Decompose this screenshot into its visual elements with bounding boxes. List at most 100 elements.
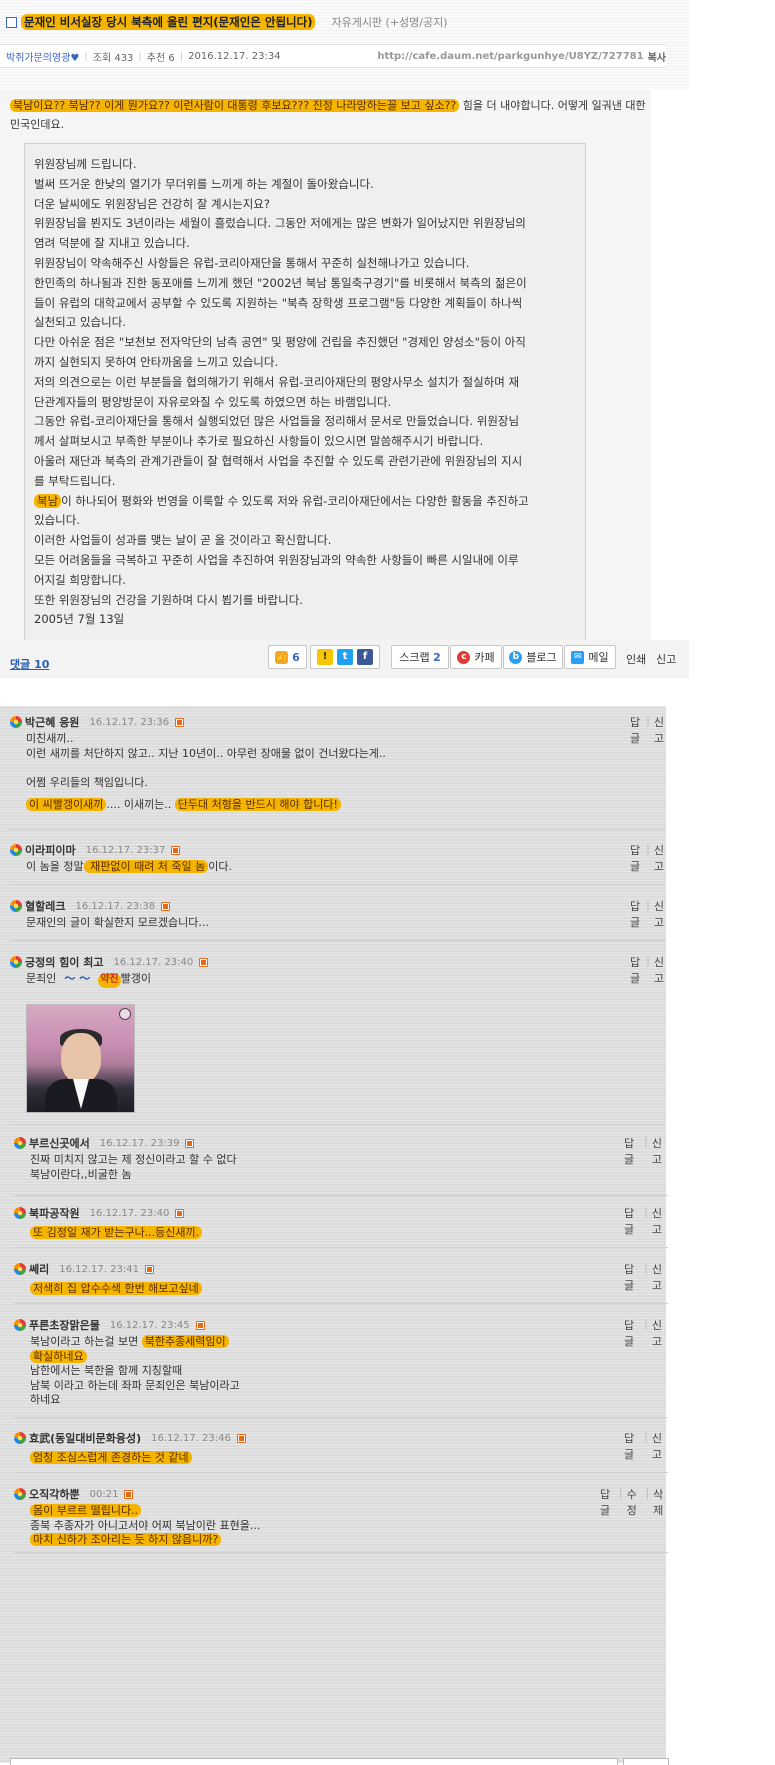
comment-nickname[interactable]: 박근혜 응원 bbox=[25, 714, 79, 730]
comment-nickname[interactable]: 푸른초장맑은물 bbox=[29, 1317, 100, 1333]
cafe-icon: c bbox=[457, 650, 471, 664]
edit-link[interactable]: 수정 bbox=[627, 1486, 642, 1518]
letter-line: 위원장님을 뵌지도 3년이라는 세월이 흘렀습니다. 그동안 저에게는 많은 변… bbox=[34, 216, 526, 231]
reply-link[interactable]: 답글 bbox=[624, 1135, 640, 1167]
report-link[interactable]: 신고 bbox=[652, 1205, 668, 1237]
report-link[interactable]: 신고 bbox=[652, 1430, 668, 1462]
comment-text: 북남이라고 하는걸 보면 bbox=[30, 1335, 142, 1348]
comment-header: 긍정의 힘이 최고 16.12.17. 23:40 bbox=[10, 954, 209, 970]
member-level-icon bbox=[10, 716, 22, 728]
comment-item: 북파공작원 16.12.17. 23:40 답글 | 신고 또 김정일 재가 받는구나..… bbox=[14, 1205, 668, 1248]
kakao-story-icon[interactable]: ! bbox=[317, 649, 333, 665]
comment-line: 문재인의 글이 확실한지 모르겠습니다... bbox=[26, 916, 209, 929]
report-link[interactable]: 신고 bbox=[654, 954, 666, 986]
comment-highlight: 몸이 부르르 떨립니다.. bbox=[30, 1504, 142, 1517]
comment-body: 미친새끼.. 이런 새끼를 처단하지 않고.. 지난 10년이.. 아무런 장애물… bbox=[26, 732, 386, 813]
reply-link[interactable]: 답글 bbox=[624, 1261, 640, 1293]
comment-line: 하네요 bbox=[30, 1393, 61, 1406]
comment-nickname[interactable]: 효武(동일대비문화융성) bbox=[29, 1430, 141, 1446]
blog-share-button[interactable]: b 블로그 bbox=[503, 645, 563, 669]
letter-line: 어지길 희망합니다. bbox=[34, 572, 126, 587]
comment-nickname[interactable]: 쎄리 bbox=[29, 1261, 49, 1277]
comment-date: 16.12.17. 23:39 bbox=[99, 1137, 180, 1149]
comment-nickname[interactable]: 긍정의 힘이 최고 bbox=[25, 954, 104, 970]
new-badge-icon bbox=[175, 717, 185, 727]
comment-nickname[interactable]: 이라피이마 bbox=[25, 842, 76, 858]
board-name[interactable]: 자유게시판 (+성명/공지) bbox=[331, 14, 447, 30]
letter-line: 2005년 7월 13일 bbox=[34, 612, 125, 627]
mail-icon: ✉ bbox=[571, 650, 585, 664]
report-link[interactable]: 신고 bbox=[656, 651, 676, 667]
new-badge-icon bbox=[161, 901, 171, 911]
separator: | bbox=[646, 842, 650, 855]
comment-line: 이 놈을 정말 재판없이 때려 처 죽일 놈 이다. bbox=[26, 860, 232, 875]
comment-body: 진짜 미치지 않고는 제 정신이라고 할 수 없다 북남이란다,,비굴한 놈 bbox=[30, 1153, 237, 1182]
comment-actions: 답글 | 신고 bbox=[624, 1317, 668, 1349]
report-link[interactable]: 신고 bbox=[652, 1135, 668, 1167]
comment-text: 이 놈을 정말 bbox=[26, 860, 84, 873]
member-level-icon bbox=[14, 1319, 26, 1331]
comment-nickname[interactable]: 북파공작원 bbox=[29, 1205, 80, 1221]
comment-actions: 답글 | 신고 bbox=[630, 898, 666, 930]
mail-share-button[interactable]: ✉ 메일 bbox=[564, 645, 616, 669]
letter-line: 를 부탁드립니다. bbox=[34, 473, 116, 488]
letter-line: 께서 살펴보시고 부족한 부분이나 추가로 필요하신 사항들이 있으시면 말씀해… bbox=[34, 434, 484, 449]
reply-link[interactable]: 답글 bbox=[624, 1430, 640, 1462]
separator: | bbox=[618, 1486, 623, 1499]
post-author[interactable]: 박쥐가문의영광♥ bbox=[6, 49, 79, 64]
scrap-button[interactable]: 스크랩 2 bbox=[391, 645, 449, 669]
member-level-icon bbox=[14, 1263, 26, 1275]
comment-date: 16.12.17. 23:38 bbox=[75, 900, 156, 912]
reply-link[interactable]: 답글 bbox=[600, 1486, 615, 1518]
post-url[interactable]: http://cafe.daum.net/parkgunhye/U8YZ/727… bbox=[377, 51, 643, 62]
comment-count-link[interactable]: 댓글 10 bbox=[10, 656, 49, 672]
comment-photo[interactable] bbox=[26, 1004, 135, 1113]
twitter-icon[interactable]: t bbox=[337, 649, 353, 665]
delete-link[interactable]: 삭제 bbox=[653, 1486, 668, 1518]
report-link[interactable]: 신고 bbox=[654, 714, 666, 746]
reply-link[interactable]: 답글 bbox=[630, 954, 642, 986]
facebook-icon[interactable]: f bbox=[357, 649, 373, 665]
reply-link[interactable]: 답글 bbox=[630, 714, 642, 746]
letter-line: 위원장님께 드립니다. bbox=[34, 157, 137, 171]
report-link[interactable]: 신고 bbox=[652, 1317, 668, 1349]
reply-link[interactable]: 답글 bbox=[630, 898, 642, 930]
print-link[interactable]: 인쇄 bbox=[626, 651, 646, 667]
reply-link[interactable]: 답글 bbox=[630, 842, 642, 874]
comment-highlight: 마치 신하가 조아리는 듯 하지 않읍니까? bbox=[30, 1533, 222, 1546]
comment-item: 효武(동일대비문화융성) 16.12.17. 23:46 답글 | 신고 엄청 조심스럽게… bbox=[14, 1430, 668, 1473]
comment-nickname[interactable]: 오직각하뿐 bbox=[29, 1486, 80, 1502]
member-level-icon bbox=[14, 1137, 26, 1149]
report-link[interactable]: 신고 bbox=[654, 898, 666, 930]
separator: | bbox=[644, 1317, 648, 1330]
report-link[interactable]: 신고 bbox=[654, 842, 666, 874]
comment-header: 쎄리 16.12.17. 23:41 bbox=[14, 1261, 154, 1277]
new-badge-icon bbox=[144, 1264, 154, 1274]
comment-line: 마치 신하가 조아리는 듯 하지 않읍니까? bbox=[30, 1533, 260, 1548]
reply-link[interactable]: 답글 bbox=[624, 1205, 640, 1237]
letter-line: 모든 어려움들을 극복하고 꾸준히 사업을 추진하여 위원장님과의 약속한 사항… bbox=[34, 552, 519, 567]
letter-line: 염려 덕분에 잘 지내고 있습니다. bbox=[34, 236, 190, 251]
checkbox-icon[interactable] bbox=[6, 16, 17, 28]
cafe-share-button[interactable]: c 카페 bbox=[450, 645, 502, 669]
comment-header: 효武(동일대비문화융성) 16.12.17. 23:46 bbox=[14, 1430, 246, 1446]
comment-line: 엄청 조심스럽게 존경하는 것 같네 bbox=[30, 1451, 192, 1466]
zoom-icon[interactable] bbox=[119, 1008, 131, 1020]
comment-nickname[interactable]: 혈할레크 bbox=[25, 898, 65, 914]
reply-link[interactable]: 답글 bbox=[624, 1317, 640, 1349]
comment-nickname[interactable]: 부르신곳에서 bbox=[29, 1135, 90, 1151]
comment-highlight: 또 김정일 재가 받는구나...등신새끼. bbox=[30, 1226, 203, 1239]
comment-highlight: 저색히 집 압수수색 한번 해보고싶네 bbox=[30, 1282, 202, 1295]
blog-label: 블로그 bbox=[526, 651, 557, 664]
separator: | bbox=[646, 954, 650, 967]
letter-line-rest: 이 하나되어 평화와 번영을 이룩할 수 있도록 저와 유럽-코리아재단에서는 … bbox=[61, 493, 529, 508]
letter-line: 까지 실현되지 못하여 안타까움을 느끼고 있습니다. bbox=[34, 354, 279, 369]
comment-line: 몸이 부르르 떨립니다.. bbox=[30, 1504, 260, 1519]
like-button[interactable]: 👍 6 bbox=[268, 645, 307, 669]
letter-line: 단관계자들의 평양방문이 자유로와질 수 있도록 하였으면 하는 바램입니다. bbox=[34, 394, 392, 409]
report-link[interactable]: 신고 bbox=[652, 1261, 668, 1293]
copy-url-button[interactable]: 복사 bbox=[648, 49, 666, 64]
post-meta-bar: 박쥐가문의영광♥ | 조회 433 | 추천 6 | 2016.12.17. 2… bbox=[0, 44, 666, 68]
member-level-icon bbox=[14, 1207, 26, 1219]
comment-actions: 답글 | 신고 bbox=[630, 842, 666, 874]
